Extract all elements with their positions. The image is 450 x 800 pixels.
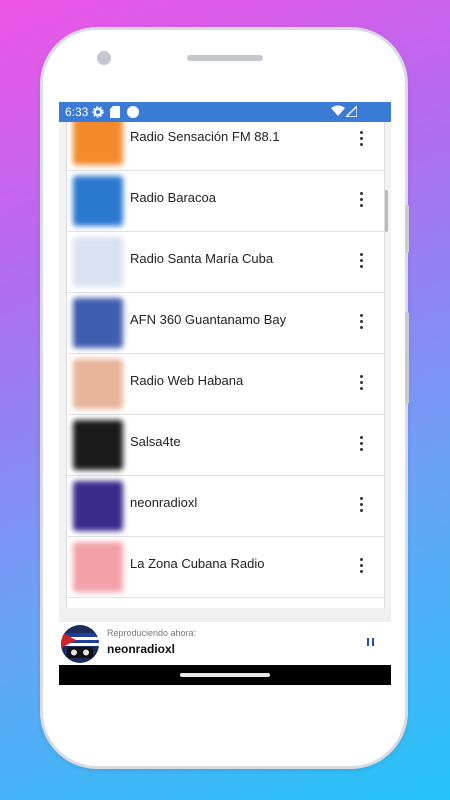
- station-name: neonradioxl: [130, 495, 198, 510]
- earpiece-speaker: [187, 55, 263, 61]
- station-name: Radio Santa María Cuba: [130, 251, 274, 266]
- station-name: Radio Sensación FM 88.1: [130, 129, 280, 144]
- station-logo: [73, 298, 123, 348]
- now-playing-label: Reproduciendo ahora:: [107, 628, 197, 638]
- station-row[interactable]: La Zona Cubana Radio: [67, 536, 384, 598]
- more-vert-icon[interactable]: [352, 373, 370, 395]
- station-logo: [73, 122, 123, 165]
- home-gesture-pill[interactable]: [180, 673, 270, 677]
- more-vert-icon[interactable]: [352, 190, 370, 212]
- settings-icon: [92, 106, 104, 118]
- station-name: Radio Baracoa: [130, 190, 216, 205]
- circle-notification-icon: [127, 106, 139, 118]
- station-name: Radio Web Habana: [130, 373, 244, 388]
- station-row[interactable]: Radio Web Habana: [67, 353, 384, 415]
- list-scrollbar[interactable]: [385, 190, 388, 232]
- list-bottom-bar: [59, 608, 391, 622]
- station-logo: [73, 176, 123, 226]
- volume-button: [405, 205, 409, 253]
- station-name: AFN 360 Guantanamo Bay: [130, 312, 287, 327]
- more-vert-icon[interactable]: [352, 495, 370, 517]
- more-vert-icon[interactable]: [352, 434, 370, 456]
- station-name: La Zona Cubana Radio: [130, 556, 265, 571]
- station-logo: [73, 237, 123, 287]
- station-logo: [73, 420, 123, 470]
- status-time: 6:33: [65, 105, 89, 119]
- now-playing-artwork: [61, 625, 99, 663]
- station-row[interactable]: AFN 360 Guantanamo Bay: [67, 292, 384, 354]
- station-row[interactable]: Radio Santa María Cuba: [67, 231, 384, 293]
- station-row[interactable]: neonradioxl: [67, 475, 384, 537]
- system-nav-bar: [59, 665, 391, 685]
- pause-icon[interactable]: [367, 638, 375, 648]
- status-bar: 6:33: [59, 102, 391, 122]
- wifi-icon: [331, 105, 345, 116]
- station-name: Salsa4te: [130, 434, 181, 449]
- signal-icon: [346, 106, 357, 117]
- front-camera: [97, 51, 111, 65]
- station-logo: [73, 359, 123, 409]
- station-row[interactable]: Salsa4te: [67, 414, 384, 476]
- cuba-flag-radio-icon: [61, 632, 99, 658]
- now-playing-station: neonradioxl: [107, 642, 176, 656]
- sd-card-icon: [110, 106, 120, 118]
- more-vert-icon[interactable]: [352, 312, 370, 334]
- station-row[interactable]: Radio Baracoa: [67, 170, 384, 232]
- station-row[interactable]: Radio Sensación FM 88.1: [67, 122, 384, 171]
- app-screen: 6:33 Radio Sensación FM 88.1 Radio Baraco…: [59, 102, 391, 685]
- station-list[interactable]: Radio Sensación FM 88.1 Radio Baracoa Radi…: [66, 122, 385, 608]
- more-vert-icon[interactable]: [352, 129, 370, 151]
- station-logo: [73, 481, 123, 531]
- now-playing-bar[interactable]: Reproduciendo ahora: neonradioxl: [59, 622, 391, 665]
- station-logo: [73, 542, 123, 592]
- more-vert-icon[interactable]: [352, 556, 370, 578]
- more-vert-icon[interactable]: [352, 251, 370, 273]
- power-button: [405, 312, 409, 404]
